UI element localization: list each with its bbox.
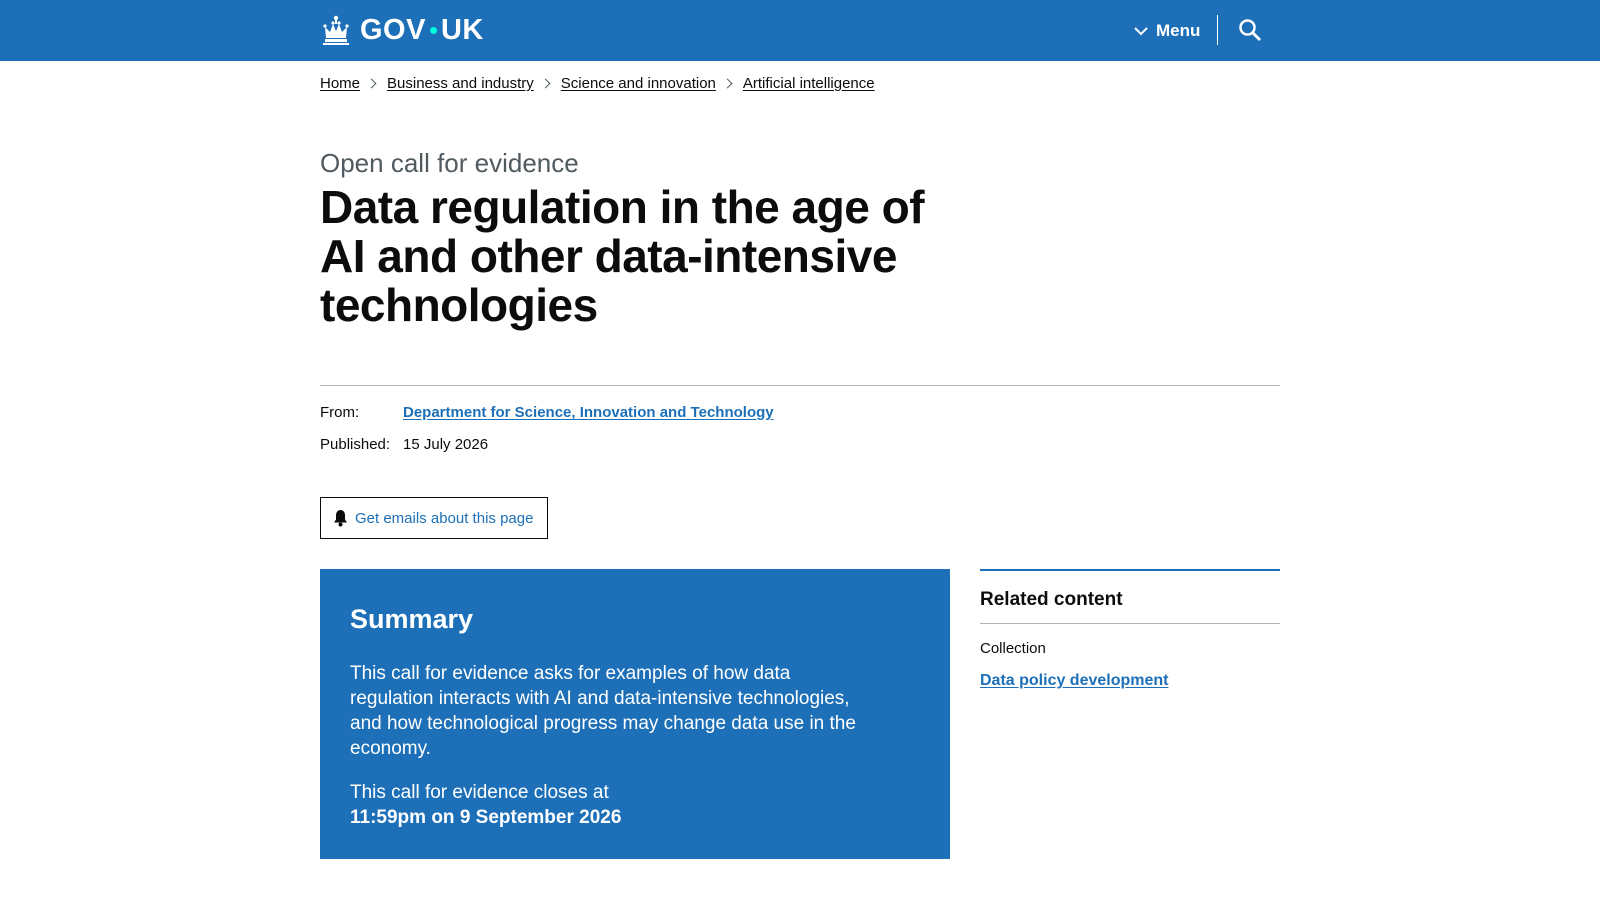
breadcrumb-science-and-innovation[interactable]: Science and innovation — [561, 75, 716, 92]
breadcrumb-home[interactable]: Home — [320, 75, 360, 92]
summary-closes: This call for evidence closes at 11:59pm… — [350, 780, 870, 830]
site-header: GOV UK Menu — [0, 0, 1600, 61]
related-content: Related content Collection Data policy d… — [980, 569, 1280, 690]
summary-heading: Summary — [350, 604, 474, 634]
brand-left-text: GOV — [360, 13, 426, 46]
get-emails-label: Get emails about this page — [355, 509, 534, 527]
collection-label: Collection — [980, 640, 1046, 657]
breadcrumb: Home Business and industry Science and i… — [320, 75, 875, 92]
related-top-bar — [980, 569, 1280, 571]
from-label: From: — [320, 404, 360, 421]
search-icon — [1239, 19, 1261, 41]
closes-date: 11:59pm on 9 September 2026 — [350, 807, 622, 828]
brand-dot — [429, 26, 437, 34]
get-emails-button[interactable]: Get emails about this page — [320, 497, 548, 539]
related-divider — [980, 623, 1280, 624]
related-heading: Related content — [980, 589, 1123, 610]
metadata-published: Published: 15 July 2026 — [320, 436, 488, 453]
summary-box: Summary This call for evidence asks for … — [320, 569, 950, 859]
header-divider — [1217, 15, 1218, 45]
section-divider — [320, 385, 1280, 386]
published-date: 15 July 2026 — [403, 436, 489, 453]
breadcrumb-business-and-industry[interactable]: Business and industry — [387, 75, 534, 92]
data-policy-development-link[interactable]: Data policy development — [980, 672, 1169, 690]
govuk-wordmark: GOV UK — [360, 14, 484, 47]
bell-icon — [334, 510, 347, 527]
chevron-right-icon — [540, 78, 551, 89]
page-caption: Open call for evidence — [320, 148, 579, 178]
chevron-right-icon — [722, 78, 733, 89]
menu-button[interactable]: Menu — [1134, 18, 1200, 44]
search-button[interactable] — [1238, 18, 1264, 44]
published-label: Published: — [320, 436, 391, 453]
crown-icon — [323, 15, 349, 45]
govuk-logo-link[interactable]: GOV UK — [320, 12, 484, 48]
breadcrumb-artificial-intelligence[interactable]: Artificial intelligence — [743, 75, 875, 92]
department-link[interactable]: Department for Science, Innovation and T… — [403, 404, 774, 421]
page-title: Data regulation in the age of AI and oth… — [320, 181, 925, 331]
menu-label: Menu — [1156, 21, 1201, 40]
brand-right-text: UK — [440, 13, 484, 46]
metadata-from: From: Department for Science, Innovation… — [320, 404, 774, 421]
chevron-down-icon — [1134, 27, 1148, 36]
closes-intro: This call for evidence closes at — [350, 782, 609, 803]
chevron-right-icon — [366, 78, 377, 89]
summary-body: This call for evidence asks for examples… — [350, 663, 856, 759]
